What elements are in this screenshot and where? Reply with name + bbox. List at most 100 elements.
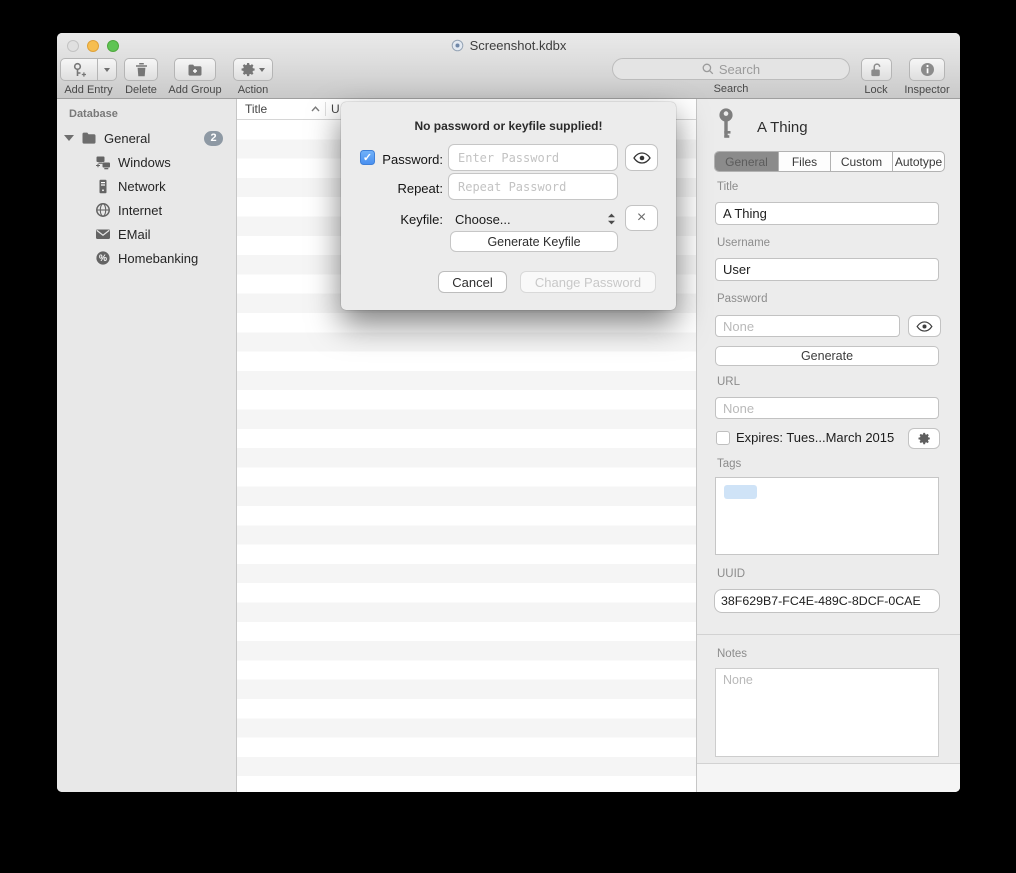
close-x-icon: × xyxy=(637,209,646,227)
sidebar-item-homebanking[interactable]: % Homebanking xyxy=(57,247,236,269)
lock-label: Lock xyxy=(864,84,887,96)
entry-title: A Thing xyxy=(757,119,808,136)
username-field-label: Username xyxy=(717,237,770,249)
url-field[interactable] xyxy=(715,397,939,419)
sidebar-item-email[interactable]: EMail xyxy=(57,223,236,245)
eye-icon xyxy=(916,321,933,332)
sidebar: Database General 2 Windows xyxy=(57,99,237,792)
tab-autotype[interactable]: Autotype xyxy=(893,152,944,171)
cancel-button[interactable]: Cancel xyxy=(438,271,507,293)
column-header-username[interactable]: U xyxy=(331,102,340,116)
unlocked-padlock-icon xyxy=(869,62,884,78)
inspector-label: Inspector xyxy=(904,84,949,96)
notes-field[interactable] xyxy=(715,668,939,757)
inspector-panel: A Thing General Files Custom Autotype Ti… xyxy=(696,99,960,792)
password-field[interactable] xyxy=(715,315,900,337)
action-button[interactable] xyxy=(233,58,273,81)
show-password-button[interactable] xyxy=(625,144,658,171)
column-header-title[interactable]: Title xyxy=(245,102,267,116)
titlebar[interactable]: Screenshot.kdbx xyxy=(57,33,960,57)
close-button[interactable] xyxy=(67,40,79,52)
column-divider[interactable] xyxy=(325,102,326,116)
generate-password-button[interactable]: Generate xyxy=(715,346,939,366)
clear-keyfile-button[interactable]: × xyxy=(625,205,658,231)
tags-field[interactable] xyxy=(715,477,939,555)
trash-icon xyxy=(134,62,149,78)
window-header: Screenshot.kdbx xyxy=(57,33,960,99)
percent-icon: % xyxy=(95,250,111,266)
sidebar-item-label: Internet xyxy=(118,203,162,218)
keyfile-popup[interactable]: Choose... xyxy=(448,207,618,231)
delete-button[interactable] xyxy=(124,58,158,81)
globe-icon xyxy=(95,202,111,218)
uuid-label: UUID xyxy=(717,568,745,580)
change-password-dialog: No password or keyfile supplied! ✓ Passw… xyxy=(341,102,676,310)
traffic-lights xyxy=(67,40,119,52)
search-label: Search xyxy=(714,83,749,95)
inspector-tabs: General Files Custom Autotype xyxy=(714,151,945,172)
keyfile-value: Choose... xyxy=(448,212,511,227)
delete-item: Delete xyxy=(120,58,162,96)
folder-plus-icon xyxy=(187,63,203,77)
desktop-background: Screenshot.kdbx xyxy=(0,0,1016,873)
reveal-password-button[interactable] xyxy=(908,315,941,337)
search-input[interactable]: Search xyxy=(612,58,850,80)
disclosure-triangle-icon[interactable] xyxy=(64,135,74,141)
add-entry-item: Add Entry xyxy=(60,58,117,96)
gear-icon xyxy=(241,62,256,77)
tab-custom[interactable]: Custom xyxy=(831,152,893,171)
search-item: Search Search xyxy=(612,58,850,95)
add-entry-button[interactable] xyxy=(60,58,117,81)
expires-checkbox[interactable] xyxy=(716,431,730,445)
search-icon xyxy=(702,63,714,75)
repeat-label: Repeat: xyxy=(341,181,443,196)
stepper-chevrons-icon xyxy=(605,211,618,227)
tag-token[interactable] xyxy=(724,485,757,499)
server-icon xyxy=(95,179,111,194)
notes-label: Notes xyxy=(717,648,747,660)
add-group-label: Add Group xyxy=(168,84,221,96)
title-field-label: Title xyxy=(717,181,738,193)
password-input[interactable] xyxy=(448,144,618,171)
expires-settings-button[interactable] xyxy=(908,428,940,449)
lock-item: Lock xyxy=(856,58,896,96)
expires-label: Expires: Tues...March 2015 xyxy=(736,430,894,445)
change-password-button[interactable]: Change Password xyxy=(520,271,656,293)
add-entry-label: Add Entry xyxy=(64,84,112,96)
workgroup-icon xyxy=(95,155,111,170)
sidebar-item-windows[interactable]: Windows xyxy=(57,151,236,173)
lock-button[interactable] xyxy=(861,58,892,81)
key-plus-icon xyxy=(61,62,97,78)
search-placeholder: Search xyxy=(719,62,760,77)
uuid-field[interactable] xyxy=(714,589,940,613)
window-title-group: Screenshot.kdbx xyxy=(451,38,567,53)
entry-count-badge: 2 xyxy=(204,131,223,146)
sidebar-item-internet[interactable]: Internet xyxy=(57,199,236,221)
minimize-button[interactable] xyxy=(87,40,99,52)
chevron-down-icon xyxy=(98,68,116,72)
add-group-button[interactable] xyxy=(174,58,216,81)
document-icon xyxy=(451,39,464,52)
repeat-input[interactable] xyxy=(448,173,618,200)
sidebar-item-general[interactable]: General 2 xyxy=(57,127,236,149)
title-field[interactable] xyxy=(715,202,939,225)
tab-general[interactable]: General xyxy=(715,152,779,171)
sidebar-item-label: Windows xyxy=(118,155,171,170)
sidebar-header: Database xyxy=(69,108,118,120)
toolbar: Add Entry Delete xyxy=(57,57,960,99)
action-item: Action xyxy=(229,58,277,96)
add-group-item: Add Group xyxy=(165,58,225,96)
eye-icon xyxy=(633,152,651,164)
sidebar-item-network[interactable]: Network xyxy=(57,175,236,197)
generate-keyfile-button[interactable]: Generate Keyfile xyxy=(450,231,618,252)
inspector-button[interactable] xyxy=(909,58,945,81)
sidebar-item-label: Network xyxy=(118,179,166,194)
envelope-icon xyxy=(95,227,111,241)
username-field[interactable] xyxy=(715,258,939,281)
sidebar-item-label: Homebanking xyxy=(118,251,198,266)
zoom-button[interactable] xyxy=(107,40,119,52)
tab-files[interactable]: Files xyxy=(779,152,831,171)
window-title: Screenshot.kdbx xyxy=(470,38,567,53)
tags-label: Tags xyxy=(717,458,741,470)
sidebar-item-label: General xyxy=(104,131,150,146)
